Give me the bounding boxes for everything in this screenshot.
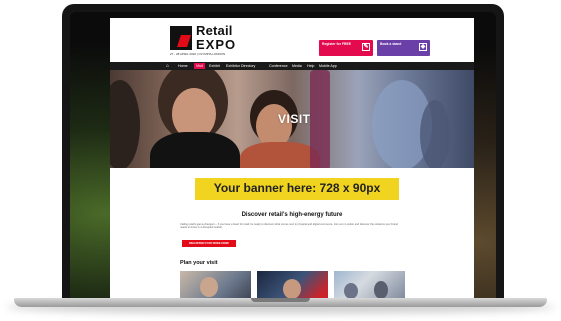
nav-item-visit[interactable]: Visit bbox=[194, 63, 205, 69]
hero-blurred-person bbox=[420, 100, 450, 168]
hero-person-center-top bbox=[150, 132, 240, 168]
register-free-button[interactable]: Register for FREE ✎ bbox=[319, 40, 373, 56]
tile-1-person bbox=[200, 277, 218, 297]
site-header: Retail EXPO 27 - 28 APRIL 2022 | OLYMPIA… bbox=[110, 18, 474, 62]
ad-banner[interactable]: Your banner here: 728 x 90px bbox=[195, 178, 399, 200]
hero-person-right-top bbox=[240, 142, 320, 168]
laptop-base-notch bbox=[251, 298, 310, 302]
edit-icon: ✎ bbox=[362, 43, 370, 51]
tile-2-speaker bbox=[283, 279, 301, 299]
logo-text-expo[interactable]: EXPO bbox=[196, 37, 236, 52]
nav-item-exhibit[interactable]: Exhibit bbox=[207, 63, 222, 69]
hero-title: VISIT bbox=[278, 112, 311, 126]
book-stand-label: Book a stand bbox=[380, 42, 402, 46]
register-free-now-button[interactable]: REGISTER FOR FREE NOW bbox=[182, 240, 236, 247]
retail-expo-logo-icon[interactable] bbox=[170, 26, 192, 50]
nav-item-exhibitor-directory[interactable]: Exhibitor Directory bbox=[224, 63, 257, 69]
ad-banner-text: Your banner here: 728 x 90px bbox=[213, 181, 381, 195]
event-tagline: 27 - 28 APRIL 2022 | OLYMPIA LONDON bbox=[170, 52, 226, 56]
hero-person-left bbox=[110, 80, 140, 168]
logo-text-retail[interactable]: Retail bbox=[196, 23, 233, 38]
book-stand-button[interactable]: Book a stand ◆ bbox=[377, 40, 430, 56]
nav-item-help[interactable]: Help bbox=[305, 63, 316, 69]
nav-item-home[interactable]: Home bbox=[176, 63, 190, 69]
tile-3-person bbox=[344, 283, 358, 299]
hero-pink-panel bbox=[310, 70, 330, 168]
main-navigation: ⌂ Home Visit Exhibit Exhibitor Directory… bbox=[110, 62, 474, 70]
home-icon[interactable]: ⌂ bbox=[166, 63, 172, 69]
ticket-icon: ◆ bbox=[419, 43, 427, 51]
plan-your-visit-heading: Plan your visit bbox=[180, 260, 218, 266]
tile-3-person-2 bbox=[374, 281, 388, 299]
discover-heading: Discover retail's high-energy future bbox=[241, 212, 343, 218]
nav-item-mobile-app[interactable]: Mobile App bbox=[317, 63, 339, 69]
nav-item-media[interactable]: Media bbox=[290, 63, 304, 69]
register-free-label: Register for FREE bbox=[322, 42, 352, 46]
website-screen: Retail EXPO 27 - 28 APRIL 2022 | OLYMPIA… bbox=[110, 18, 474, 302]
nav-item-conference[interactable]: Conference bbox=[267, 63, 290, 69]
hero-image: VISIT bbox=[110, 70, 474, 168]
intro-paragraph: Calling retail's game-changers – if you … bbox=[180, 223, 398, 230]
